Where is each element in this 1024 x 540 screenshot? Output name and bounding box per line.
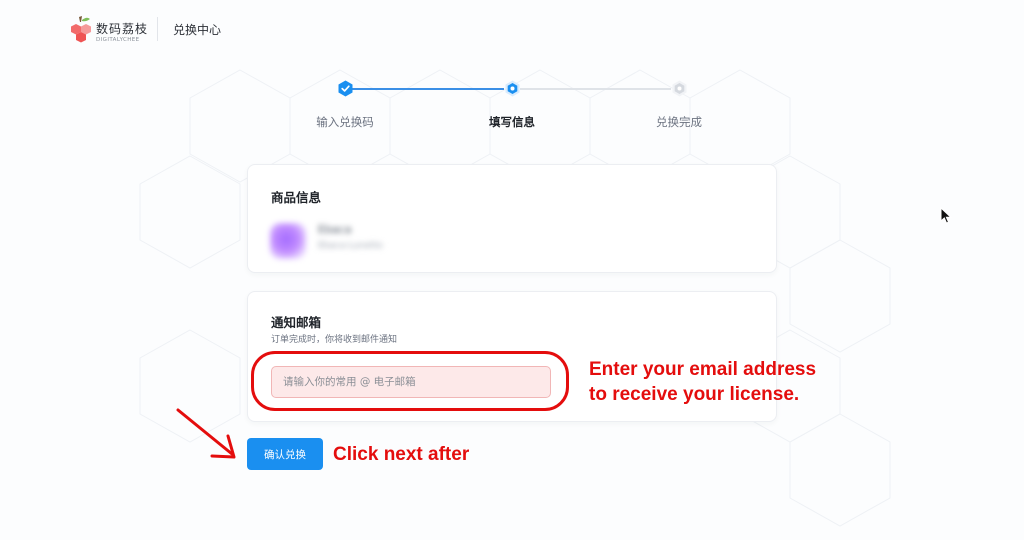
arrow-down-right-icon xyxy=(176,408,236,459)
brand-logo[interactable]: 数码荔枝 DIGITALYCHEE xyxy=(68,14,158,44)
email-card-subtitle: 订单完成时，你将收到邮件通知 xyxy=(271,335,398,345)
next-step-hint: Click next after xyxy=(333,444,470,465)
step-label-fill-info: 填写信息 xyxy=(489,115,535,129)
mouse-pointer-icon xyxy=(940,207,952,224)
header-divider xyxy=(157,17,158,41)
lychee-logo-icon xyxy=(71,16,91,43)
app-header: 数码荔枝 DIGITALYCHEE 兑换中心 xyxy=(0,0,1024,60)
check-shield-icon xyxy=(338,80,353,97)
step-connector-pending xyxy=(520,88,671,90)
brand-name: 数码荔枝 xyxy=(96,22,149,36)
product-card-title: 商品信息 xyxy=(271,190,322,205)
hexagon-dot-icon xyxy=(505,80,520,97)
step-label-enter-code: 输入兑换码 xyxy=(316,115,374,129)
confirm-redeem-button[interactable]: 确认兑换 xyxy=(247,438,323,470)
brand-subtitle: DIGITALYCHEE xyxy=(96,37,140,43)
product-description: Ebaca·Lunetto xyxy=(318,241,383,251)
email-card-title: 通知邮箱 xyxy=(271,315,322,330)
step-connector-completed xyxy=(352,88,504,90)
product-name: Ebaca xyxy=(318,223,352,236)
product-info-card: 商品信息 Ebaca Ebaca·Lunetto xyxy=(247,164,777,273)
hexagon-dot-icon xyxy=(672,80,687,97)
email-hint-line-1: Enter your email address xyxy=(589,359,817,380)
step-label-complete: 兑换完成 xyxy=(656,115,702,129)
email-input[interactable] xyxy=(271,366,551,398)
page-title: 兑换中心 xyxy=(173,23,222,37)
progress-stepper: 输入兑换码 填写信息 兑换完成 xyxy=(0,78,1024,138)
email-hint-line-2: to receive your license. xyxy=(589,384,800,405)
product-thumbnail xyxy=(270,223,306,259)
